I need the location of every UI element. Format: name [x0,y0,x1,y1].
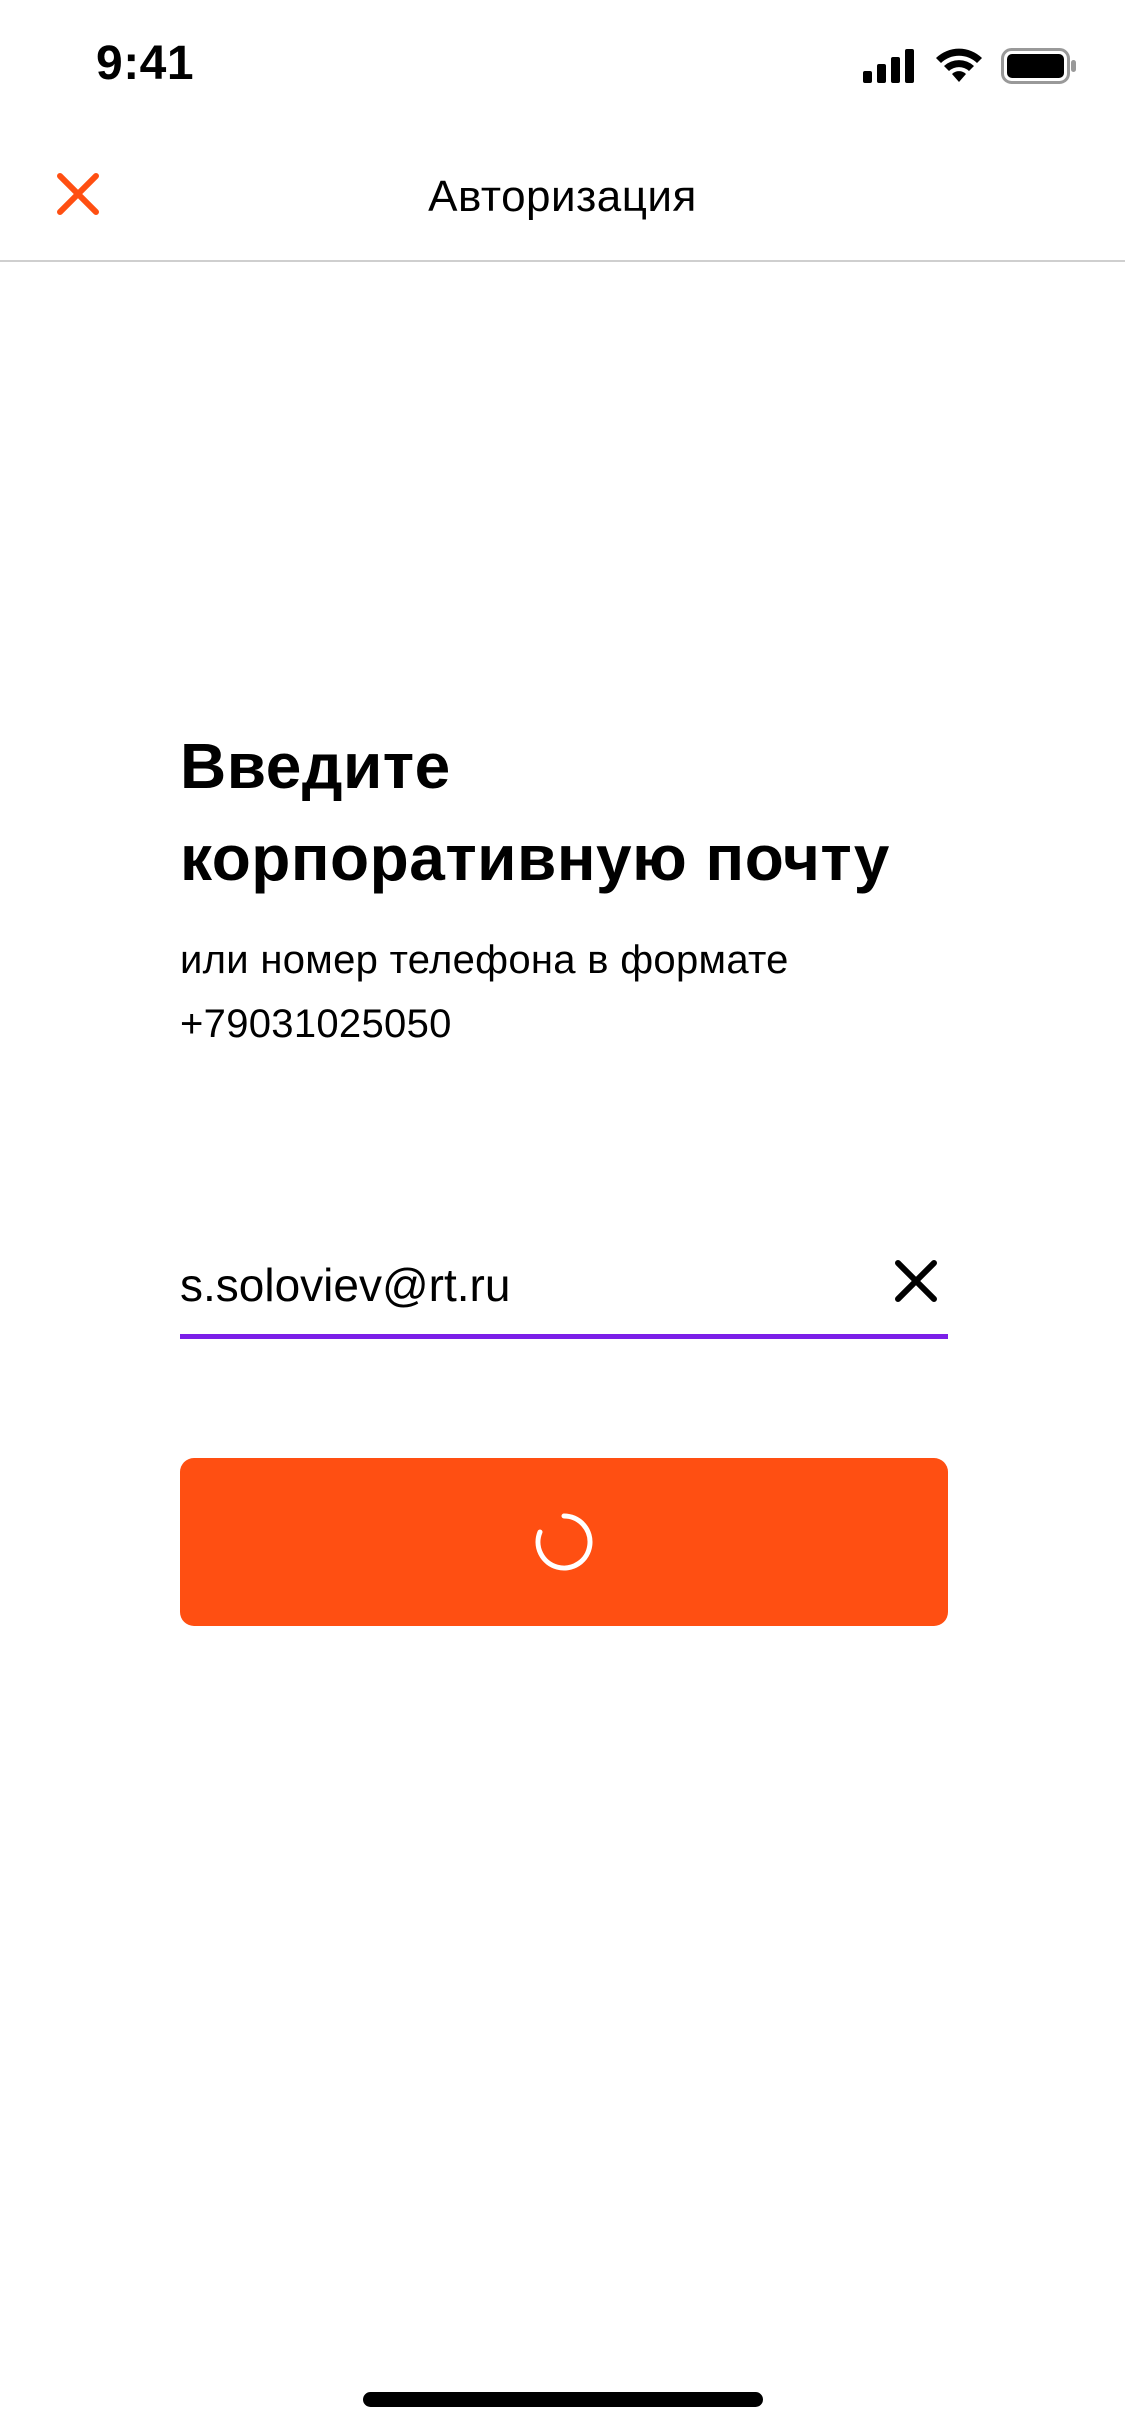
clear-icon [895,1260,937,1302]
loading-spinner-icon [535,1513,593,1571]
heading-line-2: корпоративную почту [180,822,890,894]
subtext-line-1: или номер телефона в формате [180,938,789,982]
subtext: или номер телефона в формате +7903102505… [180,928,950,1056]
wifi-icon [936,48,982,82]
navigation-bar: Авторизация [0,132,1125,262]
page-title: Авторизация [428,172,697,221]
subtext-line-2: +79031025050 [180,1002,452,1046]
auth-content: Введите корпоративную почту или номер те… [180,720,950,1056]
heading: Введите корпоративную почту [180,720,950,904]
email-input[interactable] [180,1245,820,1325]
battery-icon [1001,48,1076,84]
heading-line-1: Введите [180,730,451,802]
clear-input-button[interactable] [888,1253,944,1309]
submit-button[interactable] [180,1458,948,1626]
status-bar: 9:41 [0,0,1125,132]
status-icons [863,48,1077,84]
cellular-signal-icon [863,49,914,83]
home-indicator [363,2392,763,2407]
login-field [180,1235,948,1339]
status-time: 9:41 [96,37,195,90]
